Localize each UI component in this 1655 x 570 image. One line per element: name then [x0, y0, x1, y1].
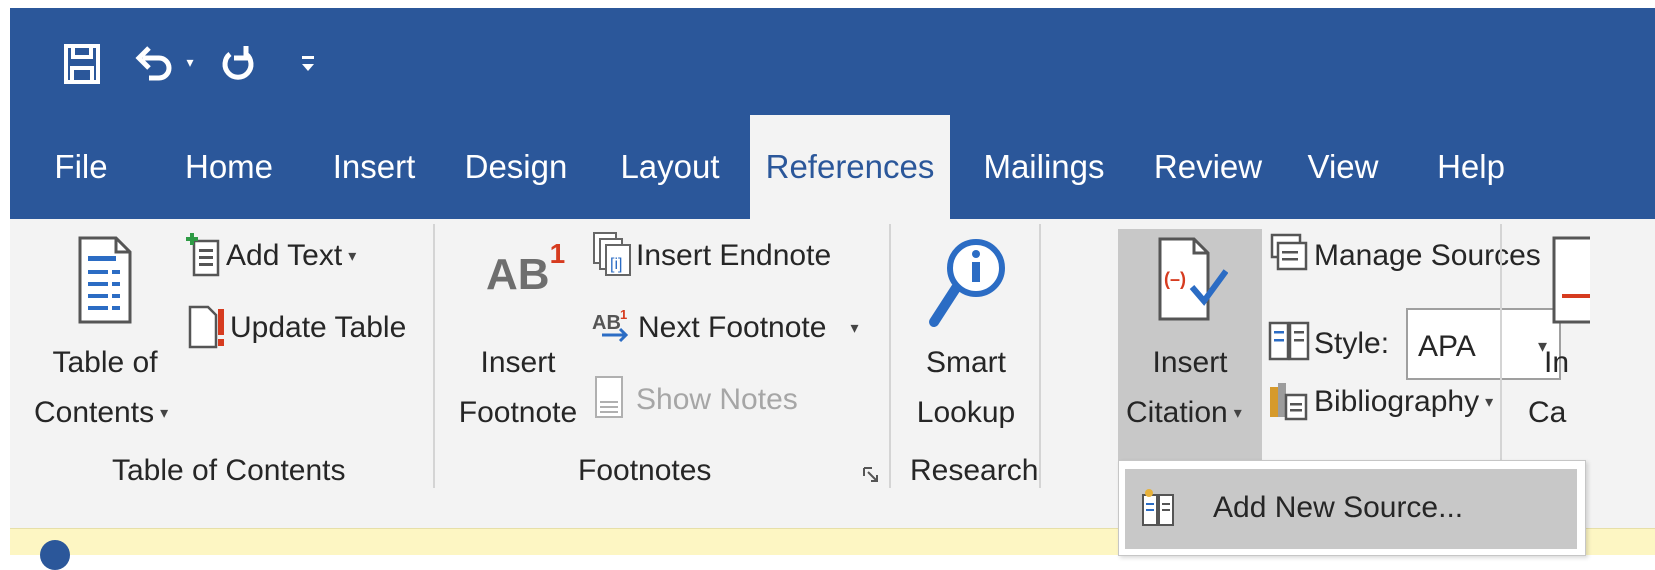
bibliography-label: Bibliography: [1314, 385, 1480, 418]
table-of-contents-icon: [76, 234, 134, 331]
chevron-down-icon: ▾: [348, 248, 357, 265]
show-notes-label: Show Notes: [636, 383, 798, 416]
insert-caption-icon: [1550, 234, 1606, 331]
add-text-button[interactable]: Add Text ▾: [186, 228, 356, 284]
table-of-contents-label-line1: Table of: [52, 346, 158, 379]
update-table-button[interactable]: Update Table: [186, 300, 406, 356]
redo-icon[interactable]: [216, 42, 260, 86]
chevron-down-icon: ▾: [1233, 405, 1242, 423]
table-of-contents-label: Contents: [34, 396, 155, 429]
chevron-down-icon: ▾: [1485, 394, 1494, 411]
insert-citation-label: Citation: [1126, 396, 1228, 429]
next-footnote-button[interactable]: AB 1 Next Footnote ▾: [592, 300, 858, 356]
tab-help[interactable]: Help: [1424, 115, 1518, 219]
group-separator: [1039, 224, 1041, 488]
manage-sources-icon: [1268, 231, 1314, 281]
save-icon[interactable]: [60, 42, 104, 86]
add-text-label: Add Text: [226, 239, 343, 272]
group-label-footnotes: Footnotes: [578, 454, 712, 487]
show-notes-button[interactable]: Show Notes: [592, 372, 798, 428]
table-of-contents-label-line2: Contents ▾: [34, 398, 168, 428]
ribbon-tab-bar: File Home Insert Design Layout Reference…: [10, 115, 1655, 219]
group-label-research: Research: [910, 454, 1039, 487]
style-value: APA: [1418, 330, 1476, 363]
customize-qat-icon[interactable]: [296, 48, 320, 78]
style-label: Style:: [1314, 327, 1390, 360]
insert-citation-label-line1: Insert: [1152, 346, 1228, 379]
next-footnote-label: Next Footnote: [638, 311, 827, 344]
tab-design[interactable]: Design: [458, 115, 574, 219]
style-icon: [1268, 319, 1314, 369]
add-new-source-icon: [1141, 487, 1185, 531]
tab-references[interactable]: References: [750, 115, 950, 219]
tab-view[interactable]: View: [1298, 115, 1388, 219]
undo-dropdown-icon[interactable]: ▾: [182, 54, 198, 70]
footnote-icon-text: AB: [486, 250, 550, 299]
insert-footnote-label-line1: Insert: [480, 346, 556, 379]
next-footnote-icon: AB 1: [592, 303, 638, 353]
tab-layout[interactable]: Layout: [610, 115, 730, 219]
update-table-label: Update Table: [230, 311, 407, 344]
insert-endnote-icon: [i]: [592, 231, 636, 281]
style-selector: Style:: [1268, 316, 1389, 372]
tab-insert[interactable]: Insert: [320, 115, 428, 219]
group-label-table-of-contents: Table of Contents: [112, 454, 346, 487]
insert-citation-label-line2: Citation ▾: [1126, 398, 1242, 428]
svg-text:[i]: [i]: [610, 256, 622, 273]
chevron-down-icon[interactable]: ▾: [850, 318, 858, 338]
title-bar: ▾: [10, 8, 1655, 115]
svg-text:AB: AB: [592, 312, 621, 334]
smart-lookup-label-line1: Smart: [925, 346, 1006, 379]
undo-icon[interactable]: [132, 42, 176, 86]
tab-file[interactable]: File: [40, 115, 122, 219]
footnote-icon-sup: 1: [549, 238, 566, 269]
tab-review[interactable]: Review: [1148, 115, 1268, 219]
group-separator: [889, 224, 891, 488]
update-table-icon: [186, 303, 230, 353]
show-notes-icon: [592, 375, 636, 425]
insert-endnote-label: Insert Endnote: [636, 239, 832, 272]
smart-lookup-icon: [926, 234, 1008, 335]
add-new-source-label: Add New Source...: [1213, 491, 1464, 524]
footnote-icon: AB1: [486, 238, 565, 300]
group-separator: [433, 224, 435, 488]
add-text-icon: [186, 231, 226, 281]
insert-footnote-label-line2: Footnote: [458, 396, 578, 429]
tab-mailings[interactable]: Mailings: [974, 115, 1114, 219]
insert-caption-label-line2: Ca: [1528, 396, 1567, 429]
bibliography-icon: [1268, 377, 1314, 427]
smart-lookup-label-line2: Lookup: [916, 396, 1016, 429]
bibliography-button[interactable]: Bibliography ▾: [1268, 374, 1493, 430]
insert-endnote-button[interactable]: [i] Insert Endnote: [592, 228, 831, 284]
svg-text:1: 1: [620, 307, 627, 322]
footnotes-dialog-launcher-icon[interactable]: [862, 466, 880, 484]
manage-sources-label: Manage Sources: [1314, 239, 1541, 272]
tab-home[interactable]: Home: [174, 115, 284, 219]
group-separator: [1500, 224, 1502, 488]
insert-caption-label-line1: In: [1544, 346, 1570, 379]
svg-text:(–): (–): [1164, 269, 1186, 289]
insert-citation-button[interactable]: (–) Insert Citation ▾: [1118, 229, 1262, 461]
info-icon: [40, 540, 70, 570]
insert-citation-icon: (–): [1156, 235, 1229, 330]
insert-citation-menu: Add New Source...: [1118, 460, 1586, 556]
add-new-source-menu-item[interactable]: Add New Source...: [1125, 469, 1577, 549]
chevron-down-icon: ▾: [160, 405, 169, 423]
